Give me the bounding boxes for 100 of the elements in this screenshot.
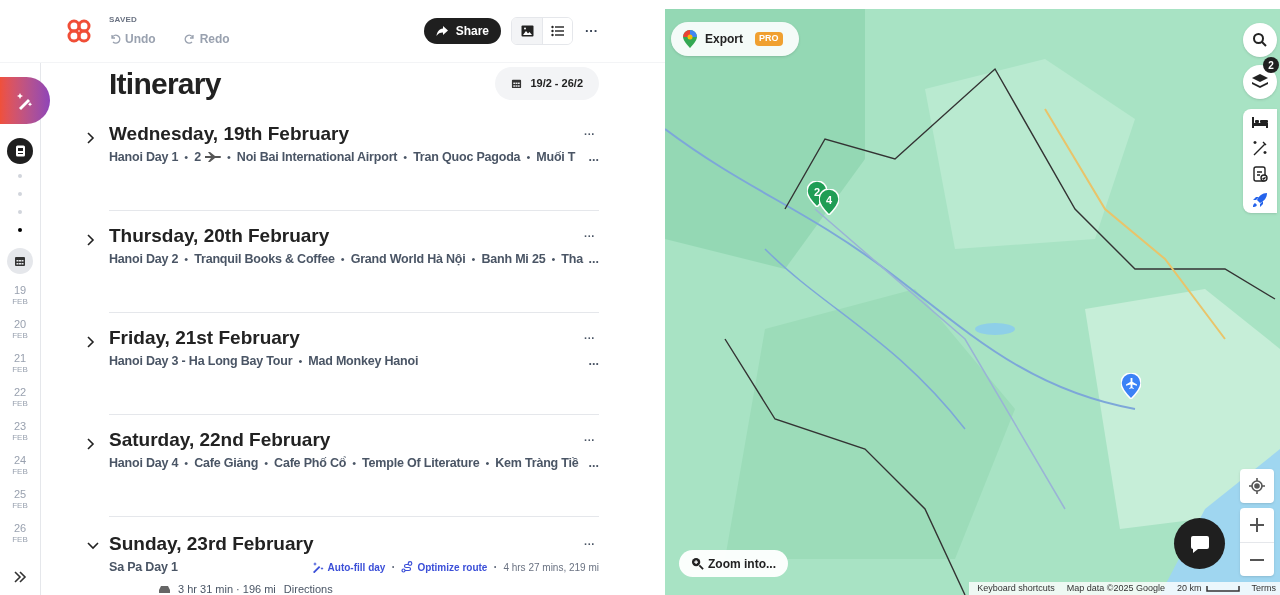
list-view-button[interactable] xyxy=(542,18,572,44)
zoom-in-icon xyxy=(691,557,704,570)
day-menu-button[interactable]: ··· xyxy=(584,329,595,347)
day-title[interactable]: Wednesday, 19th February xyxy=(109,122,350,146)
separator-dot: • xyxy=(184,456,189,472)
date-range-button[interactable]: 19/2 - 26/2 xyxy=(495,66,599,100)
stop-name[interactable]: Hanoi Day 2 xyxy=(109,250,179,269)
separator-dot: • xyxy=(352,456,357,472)
more-stops-indicator[interactable]: ... xyxy=(588,454,599,473)
separator-dot: • xyxy=(184,252,189,268)
notebook-icon[interactable] xyxy=(7,138,33,164)
pro-badge: PRO xyxy=(755,32,783,46)
chat-icon xyxy=(1189,533,1210,554)
date-month: FEB xyxy=(12,534,28,545)
car-icon xyxy=(159,584,170,594)
day-title[interactable]: Sunday, 23rd February xyxy=(109,532,314,556)
stop-name[interactable]: Muối T xyxy=(536,148,576,167)
route-totals: 4 hrs 27 mins, 219 mi xyxy=(503,560,599,575)
share-button[interactable]: Share xyxy=(423,18,501,44)
stop-name[interactable]: Hanoi Day 3 - Ha Long Bay Tour xyxy=(109,352,293,371)
auto-fill-link[interactable]: Auto-fill day xyxy=(311,559,386,575)
stop-name[interactable]: Kem Tràng Tiề xyxy=(495,454,579,473)
stop-name[interactable]: Cafe Giảng xyxy=(194,454,259,473)
more-stops-indicator[interactable]: ... xyxy=(588,352,599,371)
calendar-icon[interactable] xyxy=(7,248,33,274)
zoom-into-button[interactable]: Zoom into... xyxy=(679,550,788,577)
separator-dot: • xyxy=(340,252,345,268)
stop-name[interactable]: Hanoi Day 4 xyxy=(109,454,179,473)
date-month: FEB xyxy=(12,330,28,341)
route-icon xyxy=(401,561,414,574)
expand-chevron-icon[interactable] xyxy=(87,234,95,246)
rocket-icon[interactable] xyxy=(1251,191,1269,209)
date-month: FEB xyxy=(12,432,28,443)
expand-chevron-icon[interactable] xyxy=(87,336,95,348)
locate-button[interactable] xyxy=(1240,469,1274,503)
magic-wand-button[interactable] xyxy=(0,77,50,124)
day-title[interactable]: Saturday, 22nd February xyxy=(109,428,331,452)
date-month: FEB xyxy=(12,398,28,409)
export-button[interactable]: Export PRO xyxy=(671,22,799,56)
magic-wand-icon[interactable] xyxy=(1251,139,1269,157)
stop-name[interactable]: Cafe Phố Cổ xyxy=(274,454,347,473)
expand-chevron-icon[interactable] xyxy=(87,132,95,144)
airport-marker[interactable] xyxy=(1121,373,1141,399)
separator-dot: • xyxy=(526,150,531,166)
map-data-credit: Map data ©2025 Google xyxy=(1066,581,1165,595)
separator-dot: • xyxy=(227,150,231,166)
checklist-icon[interactable] xyxy=(1251,165,1269,183)
stop-name[interactable]: Tha xyxy=(561,250,583,269)
day-title[interactable]: Thursday, 20th February xyxy=(109,224,330,248)
day-menu-button[interactable]: ··· xyxy=(584,227,595,245)
date-month: FEB xyxy=(12,364,28,375)
day-menu-button[interactable]: ··· xyxy=(584,535,595,553)
stop-name[interactable]: Mad Monkey Hanoi xyxy=(308,352,419,371)
stop-name[interactable]: Banh Mi 25 xyxy=(481,250,546,269)
separator-dot: • xyxy=(485,456,490,472)
more-stops-indicator[interactable]: ... xyxy=(588,250,599,269)
expand-icon[interactable] xyxy=(13,571,27,583)
separator-dot: • xyxy=(403,150,408,166)
travel-time: 3 hr 31 min · 196 mi xyxy=(178,581,276,595)
scale-bar-icon xyxy=(1205,585,1240,592)
map-pin-icon xyxy=(683,30,697,48)
optimize-route-link[interactable]: Optimize route xyxy=(401,559,488,575)
save-status: SAVED xyxy=(109,14,138,26)
stop-name[interactable]: Tran Quoc Pagoda xyxy=(413,148,521,167)
stop-name[interactable]: Temple Of Literature xyxy=(362,454,480,473)
magic-wand-icon xyxy=(311,561,324,574)
expand-chevron-icon[interactable] xyxy=(87,438,95,450)
day-menu-button[interactable]: ··· xyxy=(584,125,595,143)
layers-icon xyxy=(1251,73,1269,91)
calendar-icon xyxy=(511,77,523,89)
target-icon xyxy=(1248,477,1266,495)
more-button[interactable]: ··· xyxy=(585,21,598,41)
list-icon xyxy=(551,25,564,37)
separator-dot: · xyxy=(493,559,498,577)
keyboard-shortcuts-link[interactable]: Keyboard shortcuts xyxy=(977,581,1055,595)
day-menu-button[interactable]: ··· xyxy=(584,431,595,449)
stop-name[interactable]: Noi Bai International Airport xyxy=(236,148,398,167)
separator-dot: • xyxy=(264,456,269,472)
redo-icon xyxy=(183,33,196,45)
day-title[interactable]: Friday, 21st February xyxy=(109,326,300,350)
page-title: Itinerary xyxy=(109,65,221,102)
plane-icon xyxy=(1125,378,1137,389)
share-icon xyxy=(435,25,448,37)
stop-name[interactable]: Sa Pa Day 1 xyxy=(109,558,178,577)
stop-name[interactable]: Grand World Hà Nội xyxy=(350,250,466,269)
terms-link[interactable]: Terms xyxy=(1251,581,1276,595)
collapse-chevron-icon[interactable] xyxy=(87,542,99,550)
stop-name[interactable]: Hanoi Day 1 xyxy=(109,148,179,167)
plane-icon xyxy=(205,152,221,163)
stop-name[interactable]: Tranquil Books & Coffee xyxy=(194,250,335,269)
separator-dot: • xyxy=(471,252,476,268)
more-stops-indicator[interactable]: ... xyxy=(588,148,599,167)
directions-link[interactable]: Directions xyxy=(283,580,333,595)
date-month: FEB xyxy=(12,500,28,511)
separator-dot: • xyxy=(298,354,303,370)
separator-dot: · xyxy=(391,559,396,577)
date-month: FEB xyxy=(12,296,28,307)
search-icon xyxy=(1252,32,1268,48)
image-view-button[interactable] xyxy=(512,18,542,44)
flight-count[interactable]: 2 xyxy=(194,148,201,167)
